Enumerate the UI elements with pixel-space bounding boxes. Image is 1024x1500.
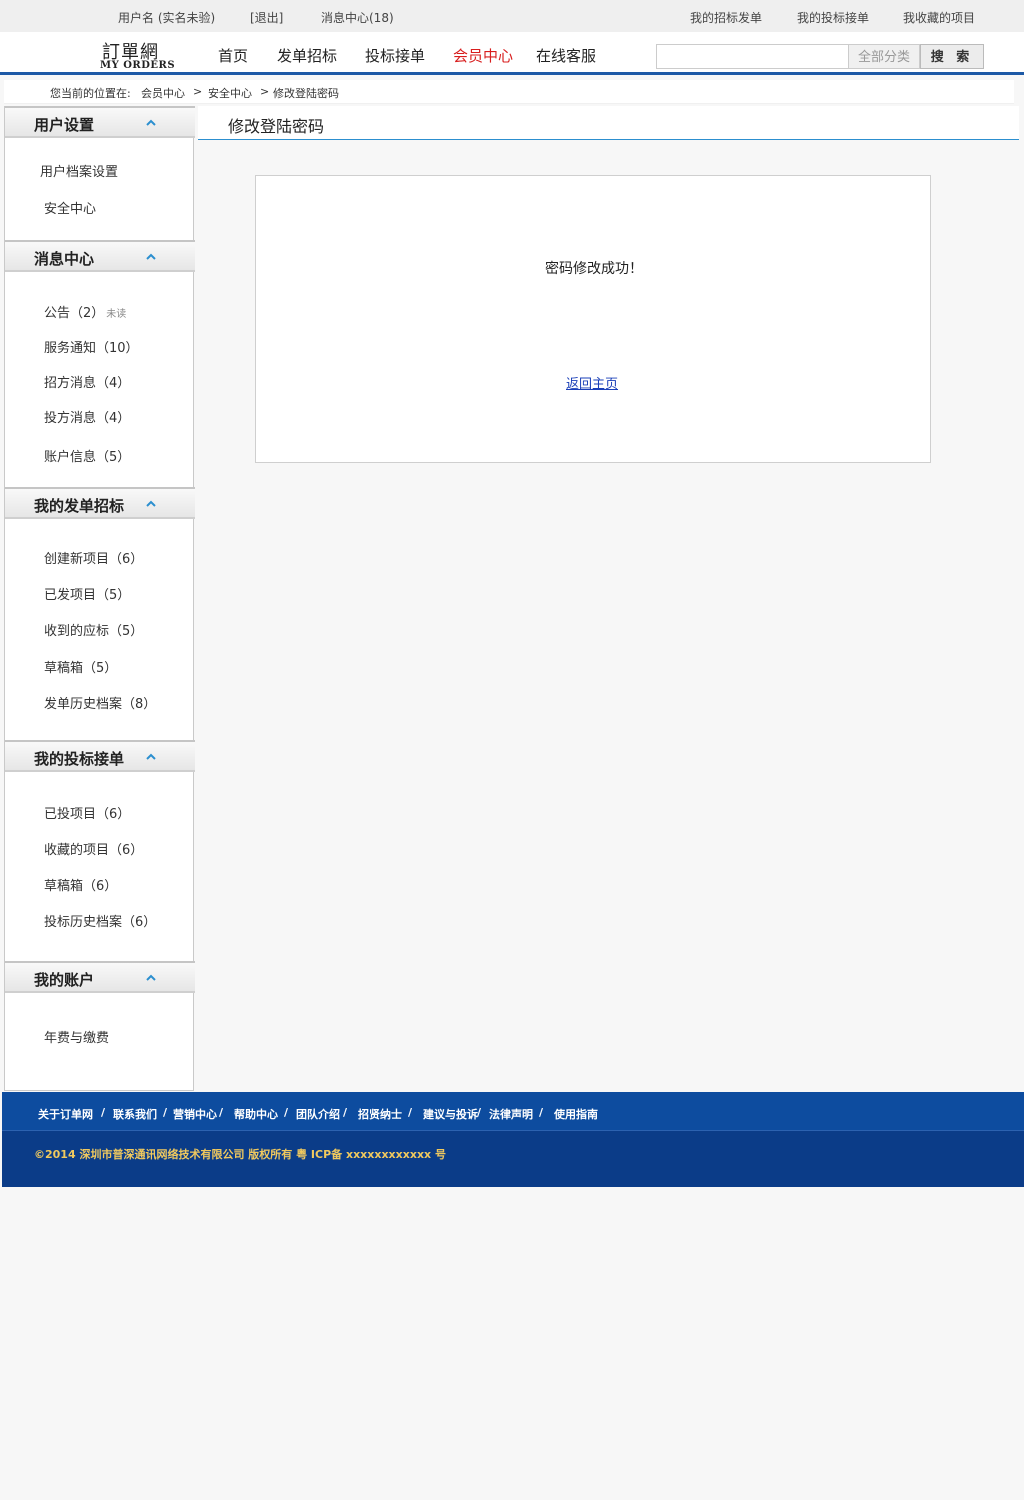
sidebar-item-tender-history[interactable]: 发单历史档案（8） bbox=[44, 693, 156, 712]
sidebar-item-bid-drafts[interactable]: 草稿箱（6） bbox=[44, 875, 117, 894]
sidebar-item-received-bids[interactable]: 收到的应标（5） bbox=[44, 620, 143, 639]
sidebar-item-annual-fee[interactable]: 年费与缴费 bbox=[44, 1027, 109, 1046]
breadcrumb-separator: > bbox=[193, 85, 203, 98]
success-message: 密码修改成功！ bbox=[545, 261, 643, 277]
my-tender-orders-link[interactable]: 我的招标发单 bbox=[690, 9, 762, 26]
footer-separator: / bbox=[539, 1106, 544, 1119]
section-header-my-account[interactable]: 我的账户 bbox=[5, 961, 195, 993]
footer: 关于订单网 / 联系我们 / 营销中心 / 帮助中心 / 团队介绍 / 招贤纳士… bbox=[2, 1092, 1024, 1187]
breadcrumb-member-center[interactable]: 会员中心 bbox=[141, 85, 185, 101]
header: 訂單網 MY ORDERS 首页 发单招标 投标接单 会员中心 在线客服 全部分… bbox=[0, 32, 1024, 75]
footer-separator: / bbox=[163, 1106, 168, 1119]
section-title: 我的投标接单 bbox=[34, 750, 125, 768]
nav-bid-orders[interactable]: 投标接单 bbox=[365, 45, 425, 66]
footer-link-feedback[interactable]: 建议与投诉 bbox=[423, 1106, 478, 1122]
username-link[interactable]: 用户名 (实名未验) bbox=[118, 9, 215, 26]
sidebar-item-tenderer-messages[interactable]: 招方消息（4） bbox=[44, 372, 130, 391]
footer-link-careers[interactable]: 招贤纳士 bbox=[358, 1106, 402, 1122]
breadcrumb-prefix: 您当前的位置在: bbox=[50, 87, 131, 100]
nav-online-service[interactable]: 在线客服 bbox=[536, 45, 596, 66]
result-panel: 密码修改成功！ 返回主页 bbox=[255, 175, 931, 463]
site-logo[interactable]: 訂單網 MY ORDERS bbox=[100, 38, 176, 72]
nav-post-tender[interactable]: 发单招标 bbox=[277, 45, 337, 66]
section-title: 用户设置 bbox=[34, 116, 95, 134]
section-title: 我的账户 bbox=[34, 971, 95, 989]
sidebar-item-bid-projects[interactable]: 已投项目（6） bbox=[44, 803, 130, 822]
logo-text-en: MY ORDERS bbox=[100, 60, 176, 71]
breadcrumb-security-center[interactable]: 安全中心 bbox=[208, 85, 252, 101]
logout-link[interactable]: [退出] bbox=[250, 9, 283, 26]
breadcrumb-separator: > bbox=[260, 85, 270, 98]
section-title: 我的发单招标 bbox=[34, 497, 125, 515]
breadcrumb: 您当前的位置在: 会员中心 > 安全中心 > 修改登陆密码 bbox=[4, 80, 1014, 104]
copyright: ©2014 深圳市普深通讯网络技术有限公司 版权所有 粤 ICP备 xxxxxx… bbox=[34, 1148, 446, 1161]
footer-separator: / bbox=[219, 1106, 224, 1119]
sidebar: 用户设置 用户档案设置 安全中心 消息中心 公告（2） 未读 服务通知（10） 招… bbox=[4, 106, 195, 1091]
sidebar-item-announcements[interactable]: 公告（2） 未读 bbox=[44, 302, 126, 321]
sidebar-item-drafts[interactable]: 草稿箱（5） bbox=[44, 657, 117, 676]
search-input[interactable] bbox=[656, 44, 849, 69]
section-header-messages[interactable]: 消息中心 bbox=[5, 240, 195, 272]
footer-link-about[interactable]: 关于订单网 bbox=[38, 1106, 93, 1122]
sidebar-item-favorite-projects[interactable]: 收藏的项目（6） bbox=[44, 839, 143, 858]
breadcrumb-current: 修改登陆密码 bbox=[273, 87, 339, 100]
my-favorites-link[interactable]: 我收藏的项目 bbox=[903, 9, 975, 26]
unread-badge: 未读 bbox=[106, 309, 127, 320]
chevron-up-icon[interactable] bbox=[145, 751, 157, 761]
sidebar-item-bidder-messages[interactable]: 投方消息（4） bbox=[44, 407, 130, 426]
sidebar-item-create-project[interactable]: 创建新项目（6） bbox=[44, 548, 143, 567]
search-button[interactable]: 搜 索 bbox=[920, 44, 984, 69]
section-title: 消息中心 bbox=[34, 250, 95, 268]
chevron-up-icon[interactable] bbox=[145, 117, 157, 127]
footer-link-marketing[interactable]: 营销中心 bbox=[173, 1106, 217, 1122]
section-header-my-tenders[interactable]: 我的发单招标 bbox=[5, 487, 195, 519]
footer-link-guide[interactable]: 使用指南 bbox=[554, 1106, 598, 1122]
section-header-my-bids[interactable]: 我的投标接单 bbox=[5, 740, 195, 772]
footer-link-team[interactable]: 团队介绍 bbox=[296, 1106, 340, 1122]
my-bid-orders-link[interactable]: 我的投标接单 bbox=[797, 9, 869, 26]
chevron-up-icon[interactable] bbox=[145, 972, 157, 982]
message-center-link[interactable]: 消息中心(18) bbox=[321, 9, 394, 26]
chevron-up-icon[interactable] bbox=[145, 251, 157, 261]
sidebar-item-posted-projects[interactable]: 已发项目（5） bbox=[44, 584, 130, 603]
nav-home[interactable]: 首页 bbox=[218, 45, 248, 66]
footer-link-contact[interactable]: 联系我们 bbox=[113, 1106, 157, 1122]
footer-separator: / bbox=[477, 1106, 482, 1119]
page-title: 修改登陆密码 bbox=[228, 117, 325, 136]
chevron-up-icon[interactable] bbox=[145, 498, 157, 508]
search-category-select[interactable]: 全部分类 bbox=[849, 44, 920, 69]
footer-separator: / bbox=[284, 1106, 289, 1119]
sidebar-item-security[interactable]: 安全中心 bbox=[44, 198, 96, 217]
footer-separator: / bbox=[343, 1106, 348, 1119]
sidebar-item-account-info[interactable]: 账户信息（5） bbox=[44, 446, 130, 465]
footer-separator: / bbox=[408, 1106, 413, 1119]
footer-separator: / bbox=[101, 1106, 106, 1119]
back-home-link[interactable]: 返回主页 bbox=[566, 373, 618, 392]
page-title-bar: 修改登陆密码 bbox=[198, 106, 1019, 140]
sidebar-item-label: 公告（2） bbox=[44, 306, 105, 321]
section-header-user-settings[interactable]: 用户设置 bbox=[5, 106, 195, 138]
nav-member-center[interactable]: 会员中心 bbox=[453, 45, 513, 66]
footer-links: 关于订单网 / 联系我们 / 营销中心 / 帮助中心 / 团队介绍 / 招贤纳士… bbox=[2, 1092, 1024, 1131]
footer-link-legal[interactable]: 法律声明 bbox=[489, 1106, 533, 1122]
footer-link-help[interactable]: 帮助中心 bbox=[234, 1106, 278, 1122]
sidebar-item-bid-history[interactable]: 投标历史档案（6） bbox=[44, 911, 156, 930]
sidebar-item-service-notices[interactable]: 服务通知（10） bbox=[44, 337, 139, 356]
top-bar: 用户名 (实名未验) [退出] 消息中心(18) 我的招标发单 我的投标接单 我… bbox=[0, 0, 1024, 32]
sidebar-item-profile[interactable]: 用户档案设置 bbox=[40, 161, 118, 180]
